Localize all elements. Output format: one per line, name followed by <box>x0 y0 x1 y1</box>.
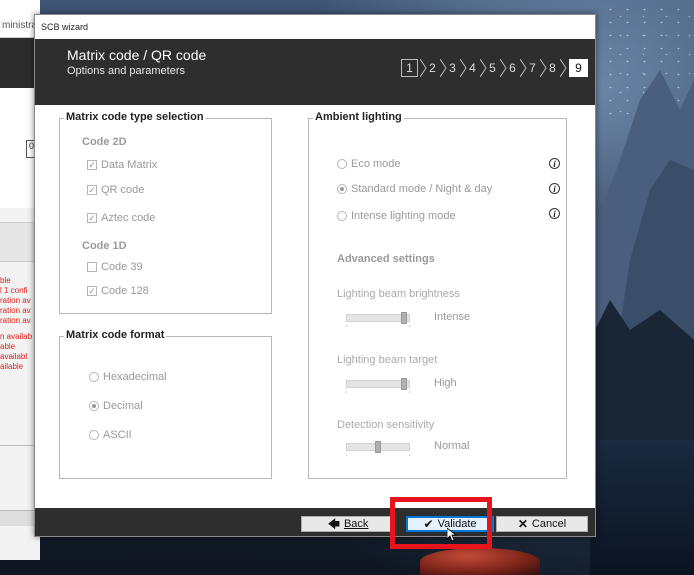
radio-intense-mode[interactable]: Intense lighting mode <box>337 210 456 222</box>
page-title: Matrix code / QR code <box>67 47 207 63</box>
radio-icon <box>89 401 99 411</box>
mouse-cursor-icon <box>447 528 457 542</box>
step-9: 9 <box>569 59 588 77</box>
beam-target-slider[interactable] <box>346 378 410 393</box>
radio-hexadecimal[interactable]: Hexadecimal <box>89 371 167 383</box>
brightness-slider[interactable] <box>346 312 410 327</box>
matrix-type-title: Matrix code type selection <box>64 111 206 123</box>
radio-ascii[interactable]: ASCII <box>89 429 132 441</box>
code-2d-heading: Code 2D <box>82 136 127 148</box>
wizard-body: Matrix code type selection Code 2D ✓ Data… <box>35 105 595 508</box>
step-8: 8 <box>540 59 560 77</box>
checkbox-icon: ✓ <box>87 212 97 223</box>
sensitivity-label: Detection sensitivity <box>337 419 435 431</box>
step-2: 2 <box>420 59 440 77</box>
beam-target-label: Lighting beam target <box>337 354 438 366</box>
close-icon: ✕ <box>517 517 528 531</box>
annotation-highlight-box <box>390 497 492 549</box>
arrow-left-icon: 🡄 <box>327 517 340 531</box>
checkbox-label: Data Matrix <box>101 159 158 171</box>
brightness-value: Intense <box>434 311 471 323</box>
step-4: 4 <box>460 59 480 77</box>
page-subtitle: Options and parameters <box>67 65 186 77</box>
ambient-lighting-group: Ambient lighting Eco mode i Standard mod… <box>308 111 567 479</box>
ambient-lighting-title: Ambient lighting <box>313 111 404 123</box>
checkbox-icon: ✓ <box>87 285 97 296</box>
matrix-format-group: Matrix code format Hexadecimal Decimal A… <box>59 329 272 479</box>
checkbox-label: Code 128 <box>101 285 149 297</box>
checkbox-aztec-code[interactable]: ✓ Aztec code <box>87 212 155 224</box>
info-icon[interactable]: i <box>549 158 560 169</box>
info-icon[interactable]: i <box>549 208 560 219</box>
checkbox-label: Aztec code <box>101 212 156 224</box>
radio-label: Standard mode / Night & day <box>351 183 493 195</box>
radio-icon <box>337 159 347 169</box>
step-6: 6 <box>500 59 520 77</box>
radio-label: Eco mode <box>351 158 401 170</box>
checkbox-data-matrix[interactable]: ✓ Data Matrix <box>87 159 157 171</box>
wizard-footer: 🡄 Back ✔ Validate ✕ Cancel <box>35 508 595 536</box>
sensitivity-slider[interactable] <box>346 441 410 456</box>
matrix-type-group: Matrix code type selection Code 2D ✓ Data… <box>59 111 272 314</box>
red-rock <box>420 548 540 575</box>
info-icon[interactable]: i <box>549 183 560 194</box>
cancel-button[interactable]: ✕ Cancel <box>496 516 588 532</box>
radio-icon <box>337 184 347 194</box>
radio-eco-mode[interactable]: Eco mode <box>337 158 401 170</box>
wizard-header: Matrix code / QR code Options and parame… <box>35 39 595 105</box>
radio-standard-mode[interactable]: Standard mode / Night & day <box>337 183 492 195</box>
code-1d-heading: Code 1D <box>82 240 127 252</box>
radio-label: Intense lighting mode <box>351 210 456 222</box>
back-button-label: Back <box>343 518 369 530</box>
checkbox-label: QR code <box>101 184 145 196</box>
wizard-window-title: SCB wizard <box>35 15 595 39</box>
matrix-format-title: Matrix code format <box>64 329 167 341</box>
checkbox-code-39[interactable]: Code 39 <box>87 261 143 273</box>
sensitivity-value: Normal <box>434 440 470 452</box>
wizard-dialog: SCB wizard Matrix code / QR code Options… <box>34 14 596 537</box>
checkbox-qr-code[interactable]: ✓ QR code <box>87 184 144 196</box>
radio-label: ASCII <box>103 429 132 441</box>
step-indicator: 123456789 <box>401 59 588 77</box>
back-button[interactable]: 🡄 Back <box>301 516 395 532</box>
step-7: 7 <box>520 59 540 77</box>
step-1: 1 <box>401 59 418 77</box>
brightness-label: Lighting beam brightness <box>337 288 460 300</box>
beam-target-value: High <box>434 377 457 389</box>
advanced-settings-heading: Advanced settings <box>337 253 435 265</box>
radio-label: Hexadecimal <box>103 371 167 383</box>
radio-icon <box>89 372 99 382</box>
radio-icon <box>89 430 99 440</box>
cancel-button-label: Cancel <box>531 518 567 530</box>
checkbox-icon: ✓ <box>87 159 97 170</box>
radio-decimal[interactable]: Decimal <box>89 400 143 412</box>
step-separator <box>560 59 567 77</box>
step-5: 5 <box>480 59 500 77</box>
lake-water <box>590 440 694 575</box>
checkbox-code-128[interactable]: ✓ Code 128 <box>87 285 149 297</box>
step-3: 3 <box>440 59 460 77</box>
radio-icon <box>337 211 347 221</box>
checkbox-label: Code 39 <box>101 261 143 273</box>
checkbox-icon: ✓ <box>87 184 97 195</box>
radio-label: Decimal <box>103 400 143 412</box>
checkbox-icon <box>87 262 97 272</box>
